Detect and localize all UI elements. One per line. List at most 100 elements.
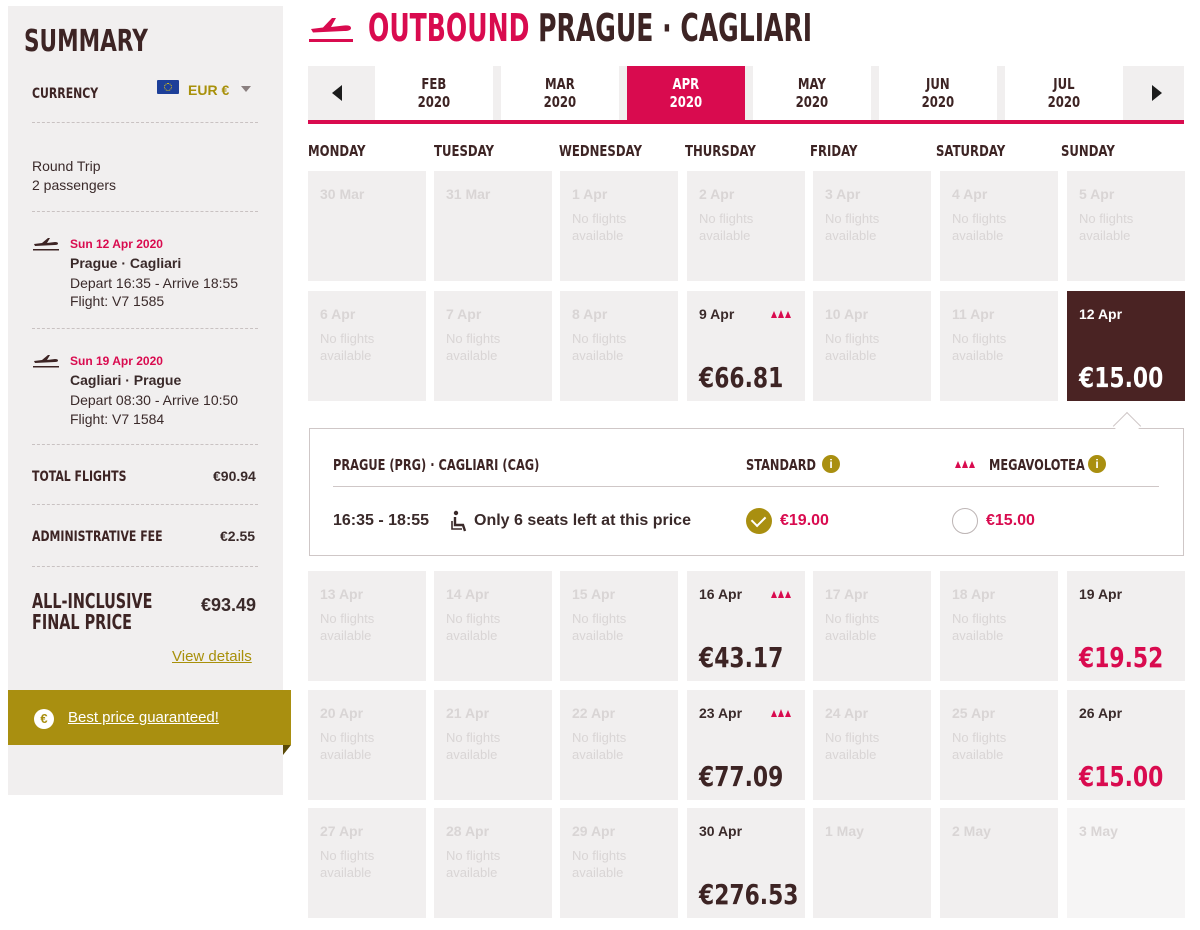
month-tab-mar[interactable]: MAR 2020 bbox=[501, 66, 619, 120]
no-flights-text: No flights available bbox=[572, 211, 627, 243]
day-date: 23 Apr bbox=[699, 705, 743, 721]
no-flights-text: No flights available bbox=[825, 611, 880, 643]
leg1-date: Sun 12 Apr 2020 bbox=[70, 237, 163, 251]
currency-selector[interactable]: EUR € bbox=[188, 82, 229, 98]
day-price: €66.81 bbox=[699, 361, 784, 394]
day-cell[interactable]: 9 Apr €66.81 bbox=[687, 291, 805, 401]
day-cell: 22 Apr No flights available bbox=[560, 690, 678, 800]
leg2-route: Cagliari · Prague bbox=[70, 372, 182, 388]
megavolotea-fare-price[interactable]: €15.00 bbox=[986, 512, 1035, 530]
megavolotea-icon bbox=[771, 310, 791, 318]
day-date: 21 Apr bbox=[446, 705, 490, 721]
day-date: 10 Apr bbox=[825, 306, 869, 322]
final-price-label-line1: ALL-INCLUSIVE bbox=[32, 589, 153, 613]
day-price: €77.09 bbox=[699, 760, 784, 793]
trip-type: Round Trip bbox=[32, 158, 101, 174]
day-date: 25 Apr bbox=[952, 705, 996, 721]
month-tab-jul[interactable]: JUL 2020 bbox=[1005, 66, 1123, 120]
detail-route: PRAGUE (PRG) · CAGLIARI (CAG) bbox=[333, 456, 540, 474]
day-cell: 13 Apr No flights available bbox=[308, 571, 426, 681]
divider bbox=[32, 444, 258, 445]
month-tab-label: MAY 2020 bbox=[796, 75, 829, 111]
day-date: 18 Apr bbox=[952, 586, 996, 602]
month-tab-apr[interactable]: APR 2020 bbox=[627, 66, 745, 120]
day-price: €43.17 bbox=[699, 641, 784, 674]
wheelchair-seat-icon bbox=[451, 510, 467, 532]
standard-fare-price[interactable]: €19.00 bbox=[780, 512, 829, 530]
month-tab-label: FEB 2020 bbox=[418, 75, 451, 111]
day-cell: 29 Apr No flights available bbox=[560, 808, 678, 918]
day-date: 1 May bbox=[825, 823, 864, 839]
day-cell: 2 Apr No flights available bbox=[687, 171, 805, 281]
leg1-flight: Flight: V7 1585 bbox=[70, 293, 165, 309]
day-date: 22 Apr bbox=[572, 705, 616, 721]
outbound-word: OUTBOUND bbox=[368, 6, 530, 50]
megavolotea-fare-radio[interactable] bbox=[952, 508, 978, 534]
day-date: 16 Apr bbox=[699, 586, 743, 602]
day-cell: 7 Apr No flights available bbox=[434, 291, 552, 401]
caret-down-icon[interactable] bbox=[241, 86, 251, 92]
flight-time: 16:35 - 18:55 bbox=[333, 512, 430, 529]
standard-fare-label: STANDARD bbox=[746, 456, 817, 474]
euro-badge-icon: € bbox=[34, 709, 54, 729]
day-cell: 28 Apr No flights available bbox=[434, 808, 552, 918]
month-tab-may[interactable]: MAY 2020 bbox=[753, 66, 871, 120]
no-flights-text: No flights available bbox=[446, 611, 501, 643]
no-flights-text: No flights available bbox=[320, 611, 375, 643]
day-price: €15.00 bbox=[1079, 760, 1164, 793]
weekday-sunday: SUNDAY bbox=[1061, 142, 1115, 160]
day-date: 20 Apr bbox=[320, 705, 364, 721]
month-name: MAY bbox=[797, 75, 827, 93]
info-icon[interactable]: i bbox=[1088, 455, 1106, 473]
day-cell[interactable]: 16 Apr €43.17 bbox=[687, 571, 805, 681]
no-flights-text: No flights available bbox=[825, 730, 880, 762]
day-cell: 20 Apr No flights available bbox=[308, 690, 426, 800]
weekday-wednesday: WEDNESDAY bbox=[559, 142, 642, 160]
view-details-link[interactable]: View details bbox=[172, 648, 252, 665]
day-cell: 3 Apr No flights available bbox=[813, 171, 931, 281]
day-cell[interactable]: 30 Apr €276.53 bbox=[687, 808, 805, 918]
day-cell: 5 Apr No flights available bbox=[1067, 171, 1185, 281]
no-flights-text: No flights available bbox=[446, 730, 501, 762]
month-tab-feb[interactable]: FEB 2020 bbox=[375, 66, 493, 120]
best-price-link[interactable]: Best price guaranteed! bbox=[68, 709, 219, 726]
final-price-label-line2: FINAL PRICE bbox=[32, 610, 132, 634]
leg1-times: Depart 16:35 - Arrive 18:55 bbox=[70, 275, 239, 291]
day-cell: 30 Mar bbox=[308, 171, 426, 281]
outbound-title: OUTBOUND PRAGUE · CAGLIARI bbox=[368, 6, 812, 50]
final-price-label: ALL-INCLUSIVE FINAL PRICE bbox=[32, 591, 153, 633]
total-flights-label: TOTAL FLIGHTS bbox=[32, 469, 127, 485]
eu-flag-icon[interactable] bbox=[157, 80, 179, 94]
month-tab-jun[interactable]: JUN 2020 bbox=[879, 66, 997, 120]
day-date: 30 Apr bbox=[699, 823, 743, 839]
total-flights-value: €90.94 bbox=[213, 468, 256, 484]
day-date: 19 Apr bbox=[1079, 586, 1123, 602]
day-cell: 17 Apr No flights available bbox=[813, 571, 931, 681]
leg2-times: Depart 08:30 - Arrive 10:50 bbox=[70, 392, 239, 408]
day-date: 29 Apr bbox=[572, 823, 616, 839]
day-date: 30 Mar bbox=[320, 186, 365, 202]
day-cell: 11 Apr No flights available bbox=[940, 291, 1058, 401]
day-cell[interactable]: 19 Apr €19.52 bbox=[1067, 571, 1185, 681]
currency-label: CURRENCY bbox=[32, 86, 99, 102]
megavolotea-fare-label: MEGAVOLOTEA bbox=[989, 456, 1085, 474]
next-month-arrow-icon[interactable] bbox=[1128, 66, 1186, 120]
day-cell[interactable]: 12 Apr €15.00 bbox=[1067, 291, 1185, 401]
passenger-count: 2 passengers bbox=[32, 177, 117, 193]
standard-fare-radio-checked[interactable] bbox=[746, 508, 772, 534]
day-cell[interactable]: 23 Apr €77.09 bbox=[687, 690, 805, 800]
info-icon[interactable]: i bbox=[822, 455, 840, 473]
plane-takeoff-icon bbox=[33, 238, 59, 251]
month-tab-label: MAR 2020 bbox=[544, 75, 577, 111]
no-flights-text: No flights available bbox=[699, 211, 754, 243]
day-date: 6 Apr bbox=[320, 306, 356, 322]
no-flights-text: No flights available bbox=[825, 211, 880, 243]
no-flights-text: No flights available bbox=[1079, 211, 1134, 243]
prev-month-arrow-icon[interactable] bbox=[308, 66, 366, 120]
day-date: 5 Apr bbox=[1079, 186, 1115, 202]
banner-fold bbox=[283, 745, 291, 755]
day-cell: 25 Apr No flights available bbox=[940, 690, 1058, 800]
day-cell[interactable]: 26 Apr €15.00 bbox=[1067, 690, 1185, 800]
divider bbox=[32, 566, 258, 567]
admin-fee-label: ADMINISTRATIVE FEE bbox=[32, 529, 163, 545]
